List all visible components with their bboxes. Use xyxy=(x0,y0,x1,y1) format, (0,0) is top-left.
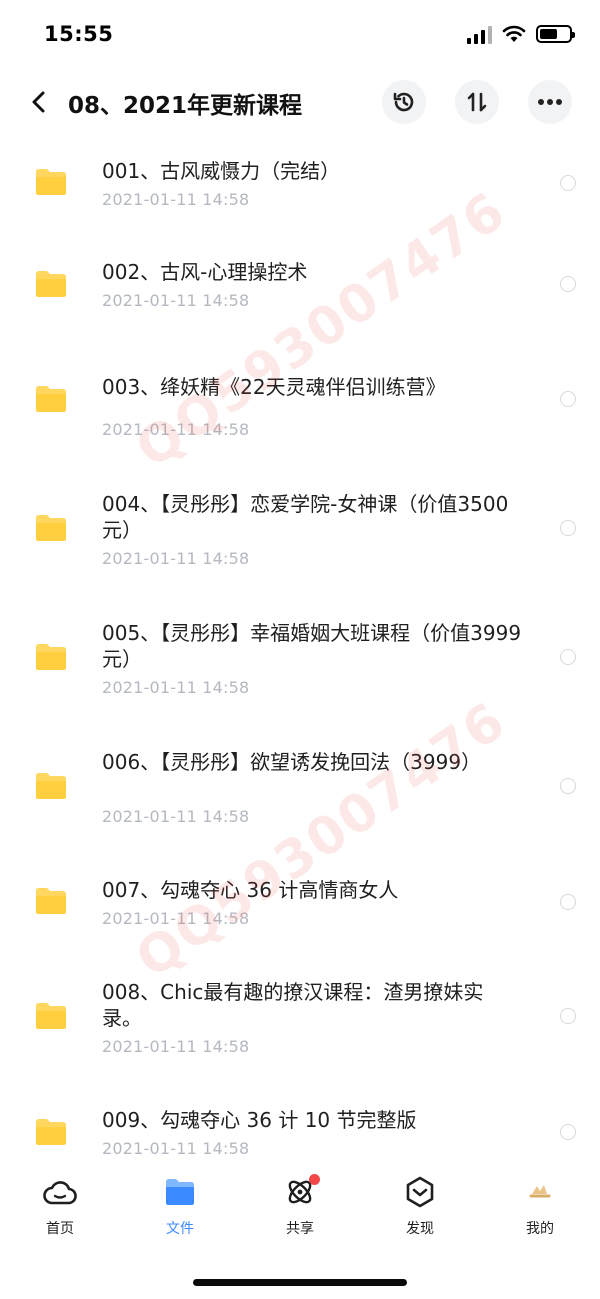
file-date: 2021-01-11 14:58 xyxy=(102,1037,250,1056)
select-circle[interactable] xyxy=(560,778,576,794)
back-button[interactable] xyxy=(20,84,56,120)
select-circle[interactable] xyxy=(560,649,576,665)
tab-label: 发现 xyxy=(406,1221,434,1237)
status-bar: 15:55 xyxy=(0,0,600,70)
tab-share[interactable]: 共享 xyxy=(250,1174,350,1250)
file-date: 2021-01-11 14:58 xyxy=(102,909,250,928)
tab-home[interactable]: 首页 xyxy=(10,1174,110,1250)
file-date: 2021-01-11 14:58 xyxy=(102,420,250,439)
file-date: 2021-01-11 14:58 xyxy=(102,190,250,209)
file-row[interactable]: 005、【灵彤彤】幸福婚姻大班课程（价值3999元） 2021-01-11 14… xyxy=(0,603,600,732)
file-row[interactable]: 008、Chic最有趣的撩汉课程：渣男撩妹实录。 2021-01-11 14:5… xyxy=(0,961,600,1090)
select-circle[interactable] xyxy=(560,276,576,292)
tab-me[interactable]: 我的 xyxy=(490,1174,590,1250)
file-date: 2021-01-11 14:58 xyxy=(102,549,250,568)
file-date: 2021-01-11 14:58 xyxy=(102,678,250,697)
file-name: 007、勾魂夺心 36 计高情商女人 xyxy=(102,878,399,902)
folder-icon xyxy=(36,773,66,799)
select-circle[interactable] xyxy=(560,1124,576,1140)
file-row[interactable]: 007、勾魂夺心 36 计高情商女人 2021-01-11 14:58 xyxy=(0,861,600,961)
file-row[interactable]: 003、绛妖精《22天灵魂伴侣训练营》 2021-01-11 14:58 xyxy=(0,334,600,444)
file-name: 004、【灵彤彤】恋爱学院-女神课（价值3500元） xyxy=(102,492,509,542)
file-name: 002、古风-心理操控术 xyxy=(102,260,308,284)
notification-badge xyxy=(309,1174,320,1185)
cloud-icon xyxy=(42,1174,78,1210)
tab-label: 首页 xyxy=(46,1221,74,1237)
folder-icon xyxy=(36,888,66,914)
atom-icon xyxy=(282,1174,320,1210)
file-date: 2021-01-11 14:58 xyxy=(102,1139,250,1158)
file-name: 003、绛妖精《22天灵魂伴侣训练营》 xyxy=(102,375,446,399)
folder-icon xyxy=(36,1003,66,1029)
history-icon xyxy=(393,92,414,112)
folder-icon xyxy=(36,644,66,670)
file-row[interactable]: 006、【灵彤彤】欲望诱发挽回法（3999） 2021-01-11 14:58 xyxy=(0,732,600,861)
page-title: 08、2021年更新课程 xyxy=(68,93,303,119)
folder-icon xyxy=(36,1119,66,1145)
compass-icon xyxy=(402,1174,438,1210)
nav-bar: 08、2021年更新课程 xyxy=(0,70,600,134)
cellular-signal-icon xyxy=(467,24,492,44)
folder-icon xyxy=(36,386,66,412)
avatar-icon xyxy=(522,1174,558,1210)
file-name: 009、勾魂夺心 36 计 10 节完整版 xyxy=(102,1108,417,1132)
file-name: 001、古风威慑力（完结） xyxy=(102,159,341,183)
folder-icon xyxy=(36,169,66,195)
home-indicator[interactable] xyxy=(193,1279,407,1286)
file-date: 2021-01-11 14:58 xyxy=(102,291,250,310)
folder-icon xyxy=(36,271,66,297)
folder-icon xyxy=(36,515,66,541)
file-row[interactable]: 002、古风-心理操控术 2021-01-11 14:58 xyxy=(0,234,600,334)
status-time: 15:55 xyxy=(44,22,114,46)
tab-discover[interactable]: 发现 xyxy=(370,1174,470,1250)
tab-label: 共享 xyxy=(286,1221,314,1237)
folder-icon xyxy=(162,1174,198,1210)
select-circle[interactable] xyxy=(560,1008,576,1024)
tab-label: 我的 xyxy=(526,1221,554,1237)
file-date: 2021-01-11 14:58 xyxy=(102,807,250,826)
battery-icon xyxy=(536,25,575,43)
select-circle[interactable] xyxy=(560,175,576,191)
file-name: 008、Chic最有趣的撩汉课程：渣男撩妹实录。 xyxy=(102,980,484,1030)
file-row[interactable]: 001、古风威慑力（完结） 2021-01-11 14:58 xyxy=(0,134,600,234)
chevron-left-icon xyxy=(32,91,45,113)
status-icons xyxy=(467,24,575,44)
sort-icon xyxy=(467,92,487,112)
history-button[interactable] xyxy=(382,80,426,124)
wifi-icon xyxy=(502,25,526,42)
file-row[interactable]: 004、【灵彤彤】恋爱学院-女神课（价值3500元） 2021-01-11 14… xyxy=(0,474,600,603)
file-list: 001、古风威慑力（完结） 2021-01-11 14:58 002、古风-心理… xyxy=(0,134,600,1160)
tab-label: 文件 xyxy=(166,1221,194,1237)
select-circle[interactable] xyxy=(560,391,576,407)
sort-button[interactable] xyxy=(455,80,499,124)
select-circle[interactable] xyxy=(560,894,576,910)
file-name: 006、【灵彤彤】欲望诱发挽回法（3999） xyxy=(102,750,482,774)
select-circle[interactable] xyxy=(560,520,576,536)
file-name: 005、【灵彤彤】幸福婚姻大班课程（价值3999元） xyxy=(102,621,522,671)
tab-files[interactable]: 文件 xyxy=(130,1174,230,1250)
file-row[interactable]: 009、勾魂夺心 36 计 10 节完整版 2021-01-11 14:58 xyxy=(0,1090,600,1160)
more-button[interactable] xyxy=(528,80,572,124)
more-dots-icon xyxy=(538,99,562,105)
